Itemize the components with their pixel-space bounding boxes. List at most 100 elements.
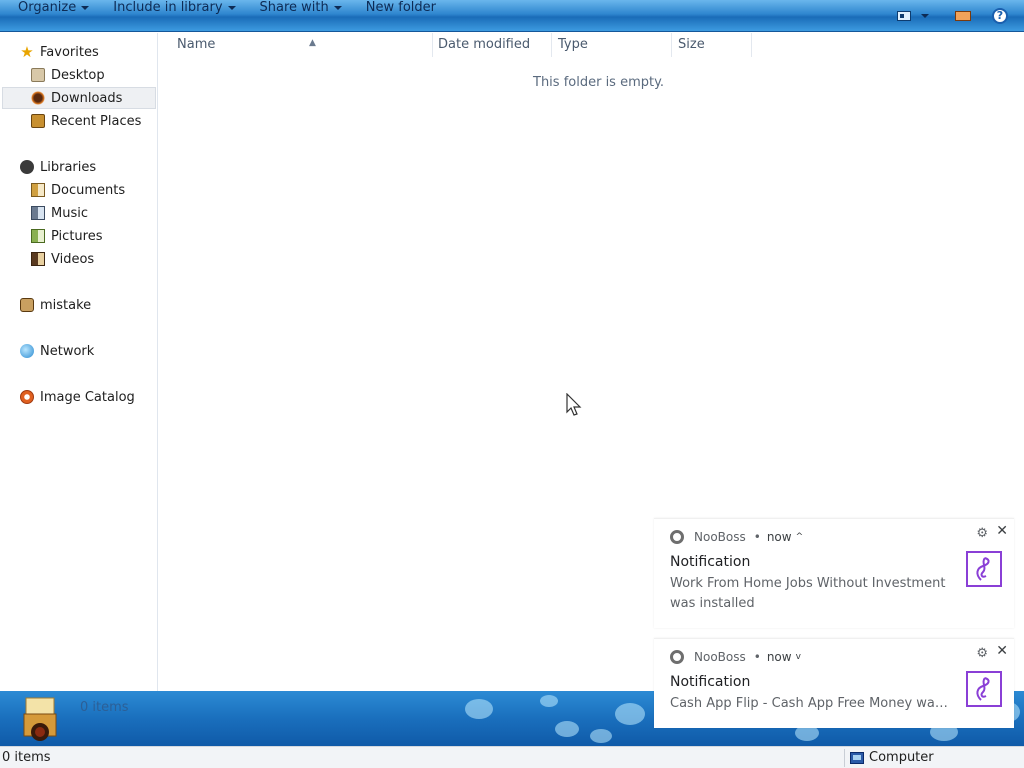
column-header-name[interactable]: Name ▲	[171, 33, 433, 57]
preview-pane-icon[interactable]	[955, 11, 971, 21]
include-in-library-label: Include in library	[113, 0, 223, 15]
notification-time: now	[766, 650, 792, 664]
chrome-icon	[670, 650, 684, 664]
navigation-pane: ★ Favorites Desktop Downloads Recent Pla…	[0, 33, 158, 691]
column-label: Date modified	[438, 37, 531, 52]
notification-card-2[interactable]: NooBoss • now v ⚙ ✕ Notification Cash Ap…	[654, 638, 1014, 728]
notification-header: NooBoss • now ^	[670, 529, 803, 545]
decorative-bubble	[555, 721, 579, 737]
recent-places-icon	[31, 114, 45, 128]
column-label: Name	[177, 37, 216, 52]
notification-app-name: NooBoss	[694, 650, 746, 664]
chevron-down-icon	[333, 6, 342, 10]
nav-item-videos[interactable]: Videos	[2, 248, 156, 270]
include-in-library-button[interactable]: Include in library	[107, 0, 241, 16]
nav-label: Libraries	[40, 159, 97, 175]
nav-label: Network	[40, 343, 95, 359]
organize-label: Organize	[18, 0, 77, 15]
gear-icon[interactable]: ⚙	[976, 526, 988, 541]
chevron-down-icon	[81, 6, 90, 10]
nav-label: Music	[51, 205, 88, 221]
downloads-folder-large-icon	[22, 696, 60, 742]
column-label: Size	[678, 37, 705, 52]
details-item-count: 0 items	[80, 700, 129, 715]
star-icon: ★	[20, 43, 34, 61]
column-header-type[interactable]: Type	[552, 33, 672, 57]
close-icon[interactable]: ✕	[996, 643, 1008, 659]
status-location-label: Computer	[869, 750, 934, 765]
notification-separator: •	[753, 530, 761, 544]
new-folder-button[interactable]: New folder	[360, 0, 442, 16]
nav-label: Recent Places	[51, 113, 142, 129]
chrome-icon	[670, 530, 684, 544]
nav-label: mistake	[40, 297, 92, 313]
nav-item-network[interactable]: Network	[2, 340, 156, 362]
nav-item-desktop[interactable]: Desktop	[2, 64, 156, 86]
notification-title: Notification	[670, 554, 751, 570]
nav-label: Pictures	[51, 228, 103, 244]
nav-item-documents[interactable]: Documents	[2, 179, 156, 201]
network-icon	[20, 344, 34, 358]
organize-button[interactable]: Organize	[12, 0, 95, 16]
status-divider	[844, 749, 845, 767]
share-with-button[interactable]: Share with	[254, 0, 348, 16]
nav-label: Image Catalog	[40, 389, 135, 405]
nav-item-favorites[interactable]: ★ Favorites	[2, 41, 156, 63]
toolbar: Organize Include in library Share with N…	[0, 0, 1024, 32]
pictures-icon	[31, 229, 45, 243]
nooboss-logo-icon	[966, 671, 1002, 707]
sort-ascending-icon: ▲	[309, 38, 316, 48]
notification-message: Cash App Flip - Cash App Free Money was …	[670, 696, 950, 711]
nav-label: Downloads	[51, 90, 123, 106]
new-folder-label: New folder	[365, 0, 436, 15]
documents-icon	[31, 183, 45, 197]
chevron-down-icon	[227, 6, 236, 10]
decorative-bubble	[540, 695, 558, 707]
nav-item-image-catalog[interactable]: Image Catalog	[2, 386, 156, 408]
music-icon	[31, 206, 45, 220]
column-header-size[interactable]: Size	[672, 33, 752, 57]
chevron-up-icon[interactable]: ^	[796, 532, 804, 542]
nav-label: Videos	[51, 251, 95, 267]
share-with-label: Share with	[259, 0, 329, 15]
videos-icon	[31, 252, 45, 266]
notification-title: Notification	[670, 674, 751, 690]
nav-item-music[interactable]: Music	[2, 202, 156, 224]
nav-label: Favorites	[40, 44, 99, 60]
decorative-bubble	[615, 703, 645, 725]
notification-time: now	[766, 530, 792, 544]
nav-label: Documents	[51, 182, 126, 198]
view-options-chevron-icon[interactable]	[921, 14, 929, 18]
image-catalog-icon	[20, 390, 34, 404]
status-location: Computer	[850, 750, 934, 765]
notification-card-1[interactable]: NooBoss • now ^ ⚙ ✕ Notification Work Fr…	[654, 518, 1014, 628]
chevron-down-icon[interactable]: v	[796, 652, 801, 662]
nav-label: Desktop	[51, 67, 105, 83]
nav-item-pictures[interactable]: Pictures	[2, 225, 156, 247]
notification-header: NooBoss • now v	[670, 649, 801, 665]
status-bar: 0 items Computer	[0, 746, 1024, 768]
downloads-icon	[31, 91, 45, 105]
column-label: Type	[558, 37, 588, 52]
gear-icon[interactable]: ⚙	[976, 646, 988, 661]
libraries-icon	[20, 160, 34, 174]
notification-separator: •	[753, 650, 761, 664]
nav-item-libraries[interactable]: Libraries	[2, 156, 156, 178]
computer-icon	[850, 751, 864, 764]
nav-item-user[interactable]: mistake	[2, 294, 156, 316]
notification-message: Work From Home Jobs Without Investment w…	[670, 576, 946, 611]
help-icon[interactable]: ?	[992, 8, 1008, 24]
decorative-bubble	[590, 729, 612, 743]
nooboss-logo-icon	[966, 551, 1002, 587]
nav-item-downloads[interactable]: Downloads	[2, 87, 156, 109]
user-folder-icon	[20, 298, 34, 312]
change-view-icon[interactable]	[897, 11, 911, 21]
decorative-bubble	[465, 699, 493, 719]
close-icon[interactable]: ✕	[996, 523, 1008, 539]
column-header-date-modified[interactable]: Date modified	[432, 33, 552, 57]
toolbar-right-group: ?	[897, 6, 1024, 26]
notification-app-name: NooBoss	[694, 530, 746, 544]
nav-item-recent-places[interactable]: Recent Places	[2, 110, 156, 132]
status-item-count: 0 items	[2, 750, 51, 765]
desktop-icon	[31, 68, 45, 82]
